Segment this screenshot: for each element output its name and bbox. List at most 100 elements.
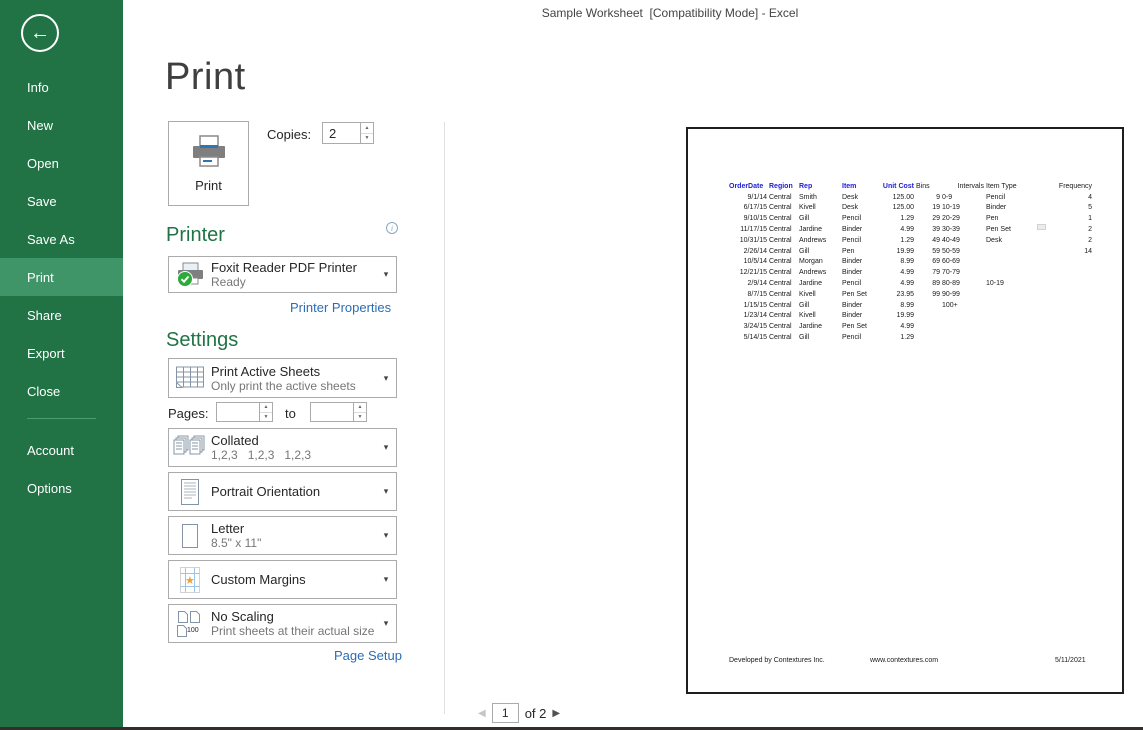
spinner-up-icon[interactable]: ▲ [361, 123, 373, 134]
page-count-label: of 2 [525, 706, 547, 721]
what-to-print-title: Print Active Sheets [211, 364, 376, 379]
table-cell: Pencil [841, 213, 878, 224]
collated-icon [173, 435, 207, 461]
table-cell: 1/23/14 [728, 311, 768, 322]
table-cell: 59 [915, 246, 941, 257]
spinner-down-icon[interactable]: ▼ [354, 413, 366, 422]
table-cell: 10-19 [941, 203, 985, 214]
embedded-object-artifact [1037, 224, 1046, 230]
table-cell: Pencil [841, 235, 878, 246]
portrait-icon [179, 478, 201, 506]
spinner-down-icon[interactable]: ▼ [260, 413, 272, 422]
table-cell: 2 [1047, 235, 1093, 246]
pages-from-stepper[interactable]: ▲ ▼ [259, 403, 272, 421]
table-cell: Binder [985, 203, 1047, 214]
spinner-up-icon[interactable]: ▲ [260, 403, 272, 413]
table-cell: 50-59 [941, 246, 985, 257]
table-cell: Central [768, 321, 798, 332]
table-row: 1/15/15CentralGillBinder8.99100+ [728, 300, 1093, 311]
previous-page-icon[interactable]: ◀ [478, 708, 486, 719]
table-cell [985, 267, 1047, 278]
spinner-down-icon[interactable]: ▼ [361, 134, 373, 144]
pages-to-label: to [285, 406, 296, 421]
info-icon[interactable]: i [386, 222, 398, 234]
table-cell: Desk [841, 203, 878, 214]
back-button[interactable]: ← [21, 14, 59, 52]
copies-stepper[interactable]: ▲ ▼ [360, 123, 373, 143]
no-scaling-icon: 100 [176, 610, 204, 638]
print-button[interactable]: Print [168, 121, 249, 206]
printer-status: Ready [211, 275, 376, 289]
excel-backstage-print-view: Sample Worksheet [Compatibility Mode] - … [0, 0, 1143, 730]
spinner-up-icon[interactable]: ▲ [354, 403, 366, 413]
table-header-cell: OrderDate [728, 181, 768, 192]
table-cell: 8.99 [878, 257, 915, 268]
next-page-icon[interactable]: ▶ [552, 708, 560, 719]
table-cell: Smith [798, 192, 841, 203]
table-cell: Central [768, 224, 798, 235]
table-cell: Gill [798, 332, 841, 343]
chevron-down-icon[interactable]: ▾ [376, 530, 396, 541]
footer-left: Developed by Contextures Inc. [729, 657, 825, 664]
chevron-down-icon[interactable]: ▾ [376, 373, 396, 384]
collation-subtitle: 1,2,3 1,2,3 1,2,3 [211, 448, 376, 462]
sidebar-item-export[interactable]: Export [0, 334, 123, 372]
table-cell: 69 [915, 257, 941, 268]
margins-select[interactable]: ★ Custom Margins ▾ [168, 560, 397, 599]
table-cell: Pen [985, 213, 1047, 224]
chevron-down-icon[interactable]: ▾ [376, 442, 396, 453]
scaling-100-label: 100 [187, 627, 199, 634]
table-cell: 79 [915, 267, 941, 278]
sidebar-item-account[interactable]: Account [0, 431, 123, 469]
page-setup-link[interactable]: Page Setup [334, 648, 402, 663]
table-cell: Gill [798, 213, 841, 224]
table-cell: 99 [915, 289, 941, 300]
table-cell: Kivell [798, 203, 841, 214]
pages-from-input[interactable] [217, 403, 259, 421]
table-cell: 8.99 [878, 300, 915, 311]
table-cell: Central [768, 267, 798, 278]
table-cell: Central [768, 235, 798, 246]
table-cell: 12/21/15 [728, 267, 768, 278]
table-cell [915, 321, 941, 332]
sidebar-item-info[interactable]: Info [0, 68, 123, 106]
chevron-down-icon[interactable]: ▾ [376, 574, 396, 585]
paper-size-title: Letter [211, 521, 376, 536]
sidebar-item-save-as[interactable]: Save As [0, 220, 123, 258]
chevron-down-icon[interactable]: ▾ [376, 269, 396, 280]
sidebar-item-save[interactable]: Save [0, 182, 123, 220]
printer-select[interactable]: Foxit Reader PDF Printer Ready ▾ [168, 256, 397, 293]
table-cell: Desk [985, 235, 1047, 246]
printer-properties-link[interactable]: Printer Properties [290, 300, 391, 315]
sidebar-menu-bottom: AccountOptions [0, 431, 123, 507]
table-header-cell: Rep [798, 181, 841, 192]
table-cell: 11/17/15 [728, 224, 768, 235]
table-cell [915, 300, 941, 311]
active-sheets-icon [175, 365, 205, 391]
scaling-select[interactable]: 100 No Scaling Print sheets at their act… [168, 604, 397, 643]
table-cell [915, 311, 941, 322]
sidebar-item-new[interactable]: New [0, 106, 123, 144]
print-button-label: Print [195, 178, 222, 193]
sidebar-item-share[interactable]: Share [0, 296, 123, 334]
sidebar-item-options[interactable]: Options [0, 469, 123, 507]
table-cell: 23.95 [878, 289, 915, 300]
custom-margins-icon: ★ [177, 566, 203, 594]
what-to-print-select[interactable]: Print Active Sheets Only print the activ… [168, 358, 397, 398]
chevron-down-icon[interactable]: ▾ [376, 486, 396, 497]
orientation-select[interactable]: Portrait Orientation ▾ [168, 472, 397, 511]
current-page-input[interactable] [492, 703, 519, 723]
collation-select[interactable]: Collated 1,2,3 1,2,3 1,2,3 ▾ [168, 428, 397, 467]
pages-to-input[interactable] [311, 403, 353, 421]
table-cell [1047, 257, 1093, 268]
copies-input[interactable] [323, 123, 360, 143]
paper-size-select[interactable]: Letter 8.5" x 11" ▾ [168, 516, 397, 555]
table-row: 9/1/14CentralSmithDesk125.0090-9Pencil4 [728, 192, 1093, 203]
table-cell: 2/26/14 [728, 246, 768, 257]
sidebar-item-close[interactable]: Close [0, 372, 123, 410]
table-cell: Jardine [798, 321, 841, 332]
sidebar-item-print[interactable]: Print [0, 258, 123, 296]
pages-to-stepper[interactable]: ▲ ▼ [353, 403, 366, 421]
sidebar-item-open[interactable]: Open [0, 144, 123, 182]
chevron-down-icon[interactable]: ▾ [376, 618, 396, 629]
